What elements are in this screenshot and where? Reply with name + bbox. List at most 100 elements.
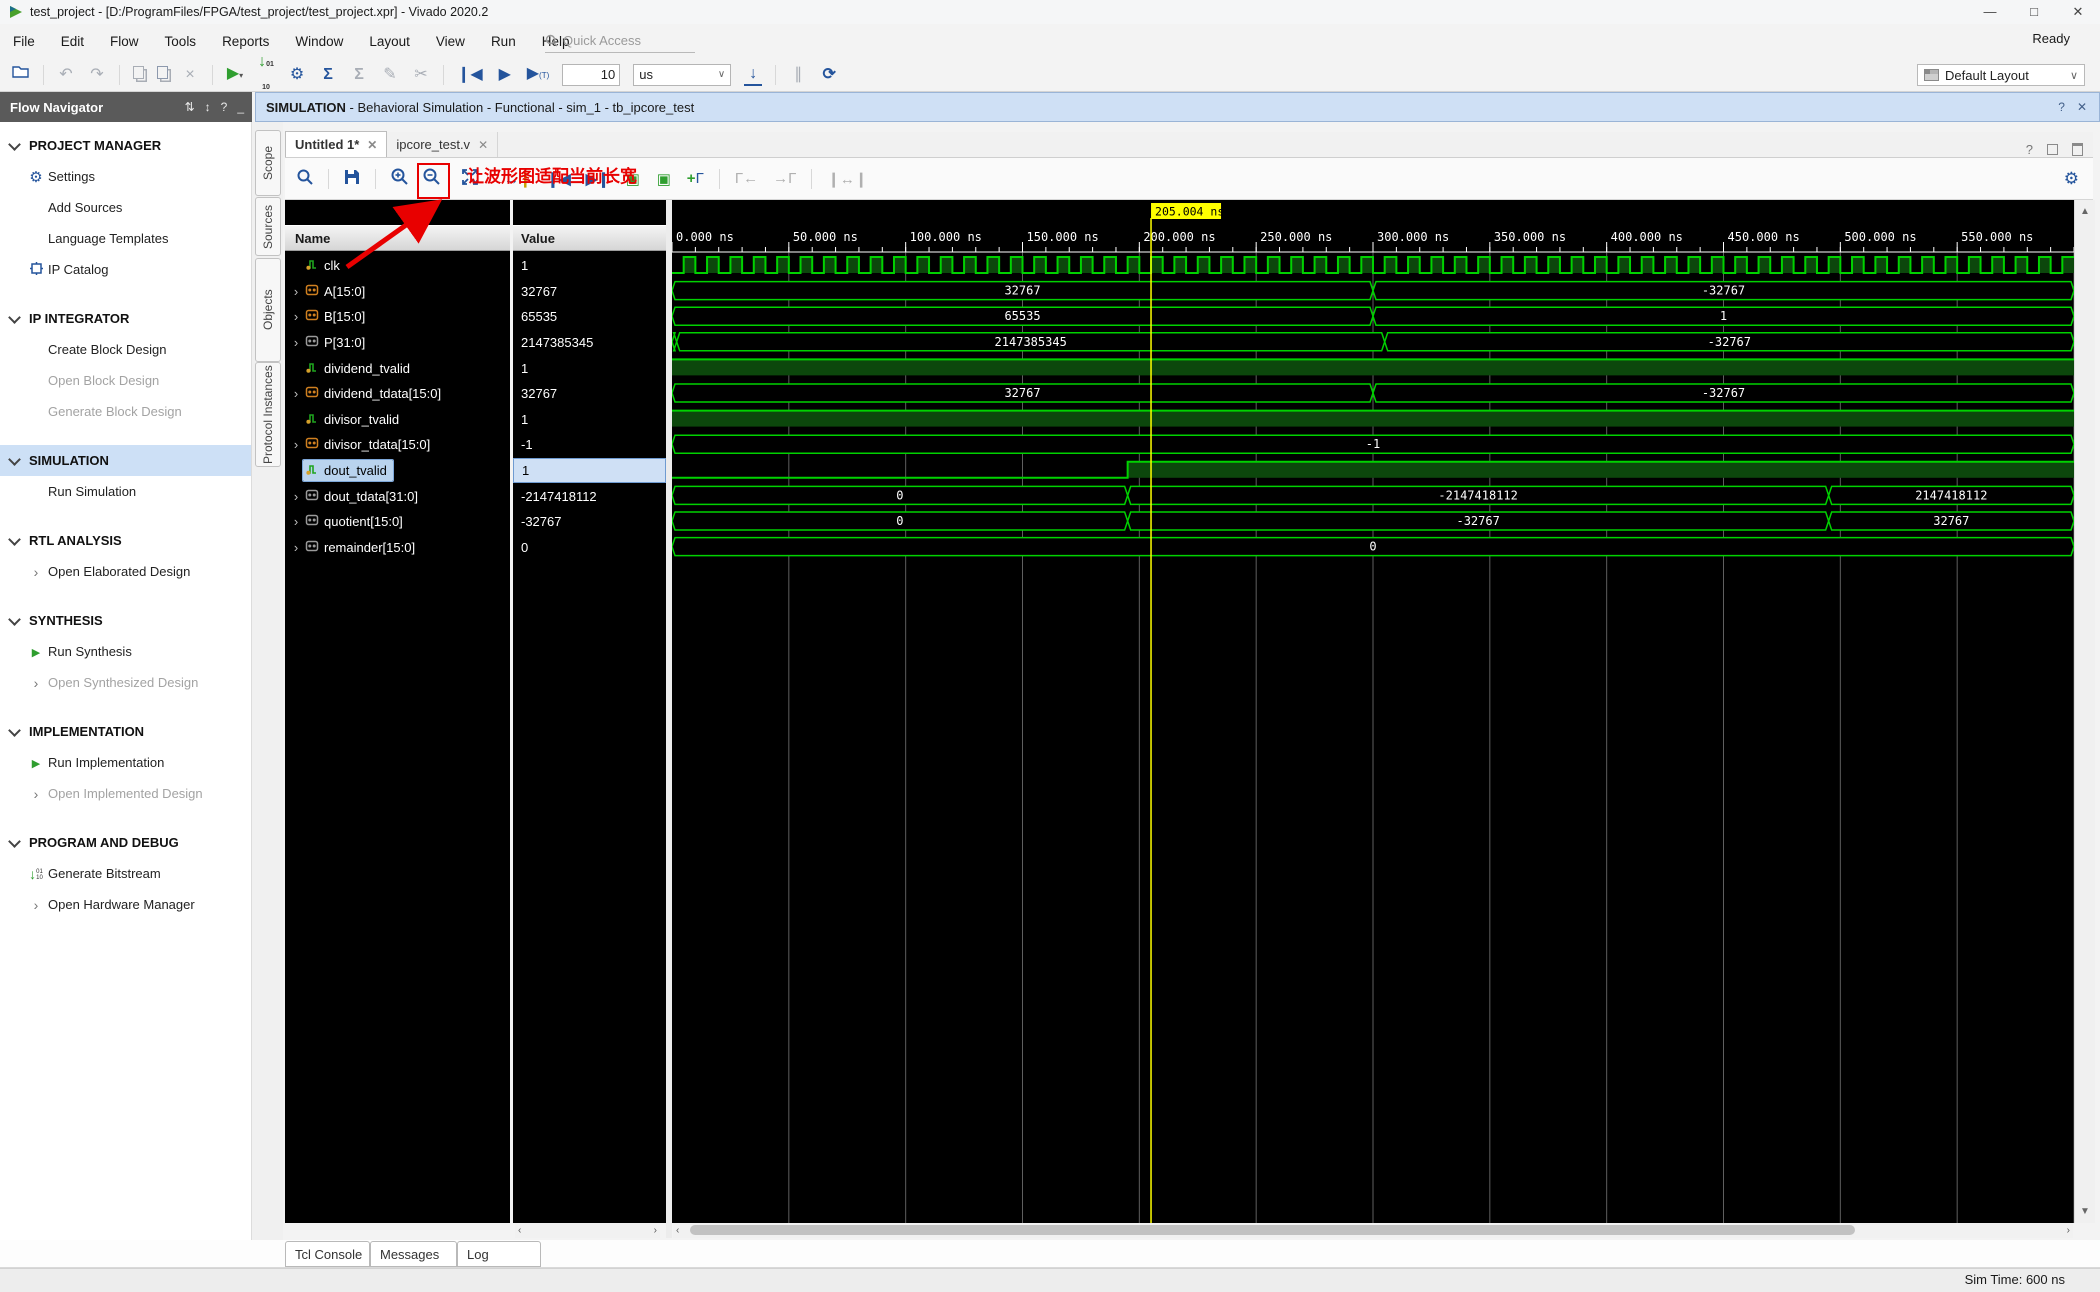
run-for-time-icon[interactable]: ▶(T) — [527, 64, 550, 86]
maximize-panel-icon[interactable] — [2072, 143, 2083, 156]
signal-row-dout-tvalid[interactable]: dout_tvalid — [285, 458, 510, 484]
run-button-icon[interactable]: ▶▾ — [226, 64, 244, 86]
quick-access-search[interactable]: Quick Access — [545, 28, 695, 53]
expand-icon[interactable]: › — [289, 489, 303, 504]
menu-item-tools[interactable]: Tools — [152, 34, 210, 49]
help-icon[interactable]: ? — [221, 100, 228, 114]
side-tab-objects[interactable]: Objects — [255, 258, 281, 362]
signal-value-divisor-tvalid[interactable]: 1 — [513, 407, 666, 433]
bottom-tab-messages[interactable]: Messages — [370, 1241, 457, 1267]
signal-value-divisor-tdata-15-0[interactable]: -1 — [513, 432, 666, 458]
chevron-right-icon[interactable]: › — [26, 564, 46, 580]
zoom-in-icon[interactable] — [391, 168, 408, 189]
scroll-left-icon[interactable]: ‹ — [676, 1225, 679, 1236]
scroll-left-icon[interactable]: ‹ — [518, 1225, 521, 1236]
redo-icon[interactable]: ↷ — [88, 65, 106, 85]
close-button[interactable]: ✕ — [2056, 0, 2100, 24]
chevron-right-icon[interactable]: › — [26, 786, 46, 802]
side-tab-sources[interactable]: Sources — [255, 197, 281, 256]
copy-icon[interactable] — [133, 65, 144, 84]
step-icon[interactable]: ↓ — [744, 64, 763, 86]
sidebar-item-open-elaborated-design[interactable]: › Open Elaborated Design — [0, 556, 251, 587]
signal-row-divisor-tdata-15-0[interactable]: › divisor_tdata[15:0] — [285, 432, 510, 458]
menu-item-window[interactable]: Window — [282, 34, 356, 49]
signal-value-p-31-0[interactable]: 2147385345 — [513, 330, 666, 356]
menu-item-layout[interactable]: Layout — [356, 34, 423, 49]
signal-row-dout-tdata-31-0[interactable]: › dout_tdata[31:0] — [285, 483, 510, 509]
scroll-up-icon[interactable]: ▲ — [2075, 206, 2095, 217]
expand-icon[interactable]: › — [289, 540, 303, 555]
close-icon[interactable]: ✕ — [2077, 100, 2087, 114]
sidebar-section-synthesis[interactable]: SYNTHESIS — [0, 605, 251, 636]
expand-all-icon[interactable]: ↕ — [205, 100, 211, 114]
sidebar-section-implementation[interactable]: IMPLEMENTATION — [0, 716, 251, 747]
wave-tab-untitled-1[interactable]: Untitled 1* ✕ — [285, 131, 388, 157]
wave-tab-ipcore-test-v[interactable]: ipcore_test.v ✕ — [387, 132, 499, 157]
sidebar-item-run-implementation[interactable]: ▶ Run Implementation — [0, 747, 251, 778]
menu-item-reports[interactable]: Reports — [209, 34, 282, 49]
restart-simulation-icon[interactable]: ❙◀ — [457, 65, 483, 85]
sidebar-item-generate-bitstream[interactable]: ↓01 10 Generate Bitstream — [0, 858, 251, 889]
settings-gear-icon[interactable]: ⚙ — [288, 65, 306, 85]
expand-icon[interactable]: › — [289, 437, 303, 452]
breakpoint-icon[interactable]: ✂ — [412, 65, 430, 85]
value-horizontal-scrollbar[interactable]: ‹ › — [515, 1223, 660, 1238]
float-panel-icon[interactable] — [2047, 144, 2058, 155]
signal-row-a-15-0[interactable]: › A[15:0] — [285, 279, 510, 305]
scroll-down-icon[interactable]: ▼ — [2075, 1206, 2095, 1217]
signal-value-clk[interactable]: 1 — [513, 253, 666, 279]
bottom-tab-log[interactable]: Log — [457, 1241, 541, 1267]
chevron-right-icon[interactable]: › — [26, 675, 46, 691]
signal-value-b-15-0[interactable]: 65535 — [513, 304, 666, 330]
signal-value-dout-tvalid[interactable]: 1 — [513, 457, 666, 484]
sidebar-item-add-sources[interactable]: Add Sources — [0, 192, 251, 223]
sidebar-item-language-templates[interactable]: Language Templates — [0, 223, 251, 254]
layout-selector[interactable]: Default Layout ∨ — [1917, 64, 2085, 86]
close-icon[interactable]: ✕ — [478, 138, 488, 152]
menu-item-run[interactable]: Run — [478, 34, 529, 49]
sidebar-section-program-and-debug[interactable]: PROGRAM AND DEBUG — [0, 827, 251, 858]
go-to-time-icon[interactable]: ▣ — [656, 170, 672, 188]
side-tab-protocol-instances[interactable]: Protocol Instances — [255, 362, 281, 467]
help-icon[interactable]: ? — [2058, 100, 2065, 114]
collapse-all-icon[interactable]: ⇅ — [185, 100, 195, 114]
sidebar-section-ip-integrator[interactable]: IP INTEGRATOR — [0, 303, 251, 334]
minimize-panel-icon[interactable]: _ — [237, 100, 244, 114]
report-sigma-icon[interactable]: Σ — [319, 65, 337, 85]
sidebar-section-rtl-analysis[interactable]: RTL ANALYSIS — [0, 525, 251, 556]
value-column-header[interactable]: Value — [513, 225, 666, 251]
wave-settings-gear-icon[interactable]: ⚙ — [2064, 169, 2079, 189]
delete-icon[interactable]: × — [181, 65, 199, 85]
sidebar-item-run-synthesis[interactable]: ▶ Run Synthesis — [0, 636, 251, 667]
signal-value-a-15-0[interactable]: 32767 — [513, 279, 666, 305]
sidebar-item-create-block-design[interactable]: Create Block Design — [0, 334, 251, 365]
relaunch-icon[interactable]: ⟳ — [820, 65, 838, 85]
expand-icon[interactable]: › — [289, 386, 303, 401]
help-icon[interactable]: ? — [2026, 142, 2033, 157]
wave-vertical-scrollbar[interactable]: ▲ ▼ — [2074, 200, 2095, 1223]
sidebar-item-run-simulation[interactable]: Run Simulation — [0, 476, 251, 507]
save-icon[interactable] — [344, 169, 360, 189]
signal-row-quotient-15-0[interactable]: › quotient[15:0] — [285, 509, 510, 535]
run-all-icon[interactable]: ▶ — [496, 65, 514, 85]
menu-item-view[interactable]: View — [423, 34, 478, 49]
menu-item-flow[interactable]: Flow — [97, 34, 152, 49]
bottom-tab-tcl-console[interactable]: Tcl Console — [285, 1241, 370, 1267]
sidebar-item-ip-catalog[interactable]: IP Catalog — [0, 254, 251, 285]
open-project-icon[interactable] — [12, 64, 30, 85]
expand-icon[interactable]: › — [289, 284, 303, 299]
signal-value-remainder-15-0[interactable]: 0 — [513, 535, 666, 561]
expand-icon[interactable]: › — [289, 514, 303, 529]
expand-icon[interactable]: › — [289, 335, 303, 350]
sidebar-item-open-hardware-manager[interactable]: › Open Hardware Manager — [0, 889, 251, 920]
signal-row-b-15-0[interactable]: › B[15:0] — [285, 304, 510, 330]
find-icon[interactable] — [297, 169, 313, 189]
scrollbar-thumb[interactable] — [690, 1225, 1855, 1235]
add-marker-icon[interactable]: +Γ — [687, 170, 704, 187]
close-icon[interactable]: ✕ — [367, 138, 377, 152]
side-tab-scope[interactable]: Scope — [255, 130, 281, 196]
waveform-canvas[interactable]: 0.000 ns 50.000 ns 100.000 ns 150.000 ns 200… — [672, 200, 2074, 1223]
menu-item-file[interactable]: File — [0, 34, 48, 49]
signal-row-dividend-tdata-15-0[interactable]: › dividend_tdata[15:0] — [285, 381, 510, 407]
generate-bitstream-icon[interactable]: ↓01 10 — [257, 52, 275, 98]
